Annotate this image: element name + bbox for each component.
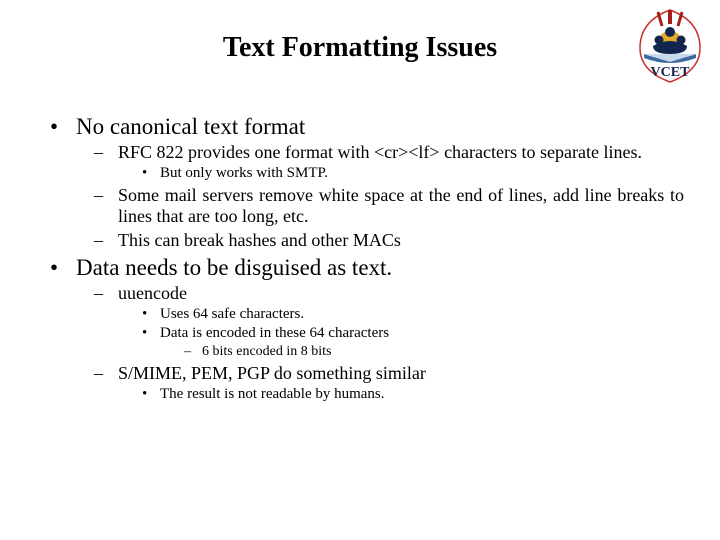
bullet-text: Data needs to be disguised as text. bbox=[76, 255, 392, 280]
bullet-lvl2: uuencode Uses 64 safe characters. Data i… bbox=[94, 283, 684, 360]
bullet-text: Uses 64 safe characters. bbox=[160, 306, 304, 322]
bullet-lvl3: The result is not readable by humans. bbox=[142, 386, 684, 403]
logo-text: VCET bbox=[651, 65, 691, 80]
bullet-lvl3: Uses 64 safe characters. bbox=[142, 306, 684, 323]
bullet-text: This can break hashes and other MACs bbox=[118, 230, 401, 250]
vcet-logo: VCET bbox=[630, 6, 710, 86]
bullet-lvl2: S/MIME, PEM, PGP do something similar Th… bbox=[94, 363, 684, 403]
bullet-text: No canonical text format bbox=[76, 114, 305, 139]
bullet-lvl1: No canonical text format RFC 822 provide… bbox=[50, 114, 684, 251]
bullet-lvl4: 6 bits encoded in 8 bits bbox=[184, 344, 684, 360]
bullet-list: No canonical text format RFC 822 provide… bbox=[50, 114, 684, 403]
bullet-text: The result is not readable by humans. bbox=[160, 386, 385, 402]
bullet-text: 6 bits encoded in 8 bits bbox=[202, 344, 332, 359]
bullet-text: RFC 822 provides one format with <cr><lf… bbox=[118, 142, 642, 162]
bullet-text: Some mail servers remove white space at … bbox=[118, 185, 684, 226]
slide: VCET Text Formatting Issues No canonical… bbox=[0, 0, 720, 540]
bullet-lvl2: This can break hashes and other MACs bbox=[94, 230, 684, 251]
bullet-text: But only works with SMTP. bbox=[160, 165, 328, 181]
bullet-text: uuencode bbox=[118, 283, 187, 303]
bullet-text: Data is encoded in these 64 characters bbox=[160, 325, 389, 341]
bullet-text: S/MIME, PEM, PGP do something similar bbox=[118, 363, 426, 383]
bullet-lvl3: But only works with SMTP. bbox=[142, 165, 684, 182]
bullet-lvl1: Data needs to be disguised as text. uuen… bbox=[50, 255, 684, 403]
bullet-lvl2: RFC 822 provides one format with <cr><lf… bbox=[94, 142, 684, 182]
bullet-lvl2: Some mail servers remove white space at … bbox=[94, 185, 684, 227]
bullet-lvl3: Data is encoded in these 64 characters 6… bbox=[142, 325, 684, 360]
page-title: Text Formatting Issues bbox=[36, 32, 684, 64]
